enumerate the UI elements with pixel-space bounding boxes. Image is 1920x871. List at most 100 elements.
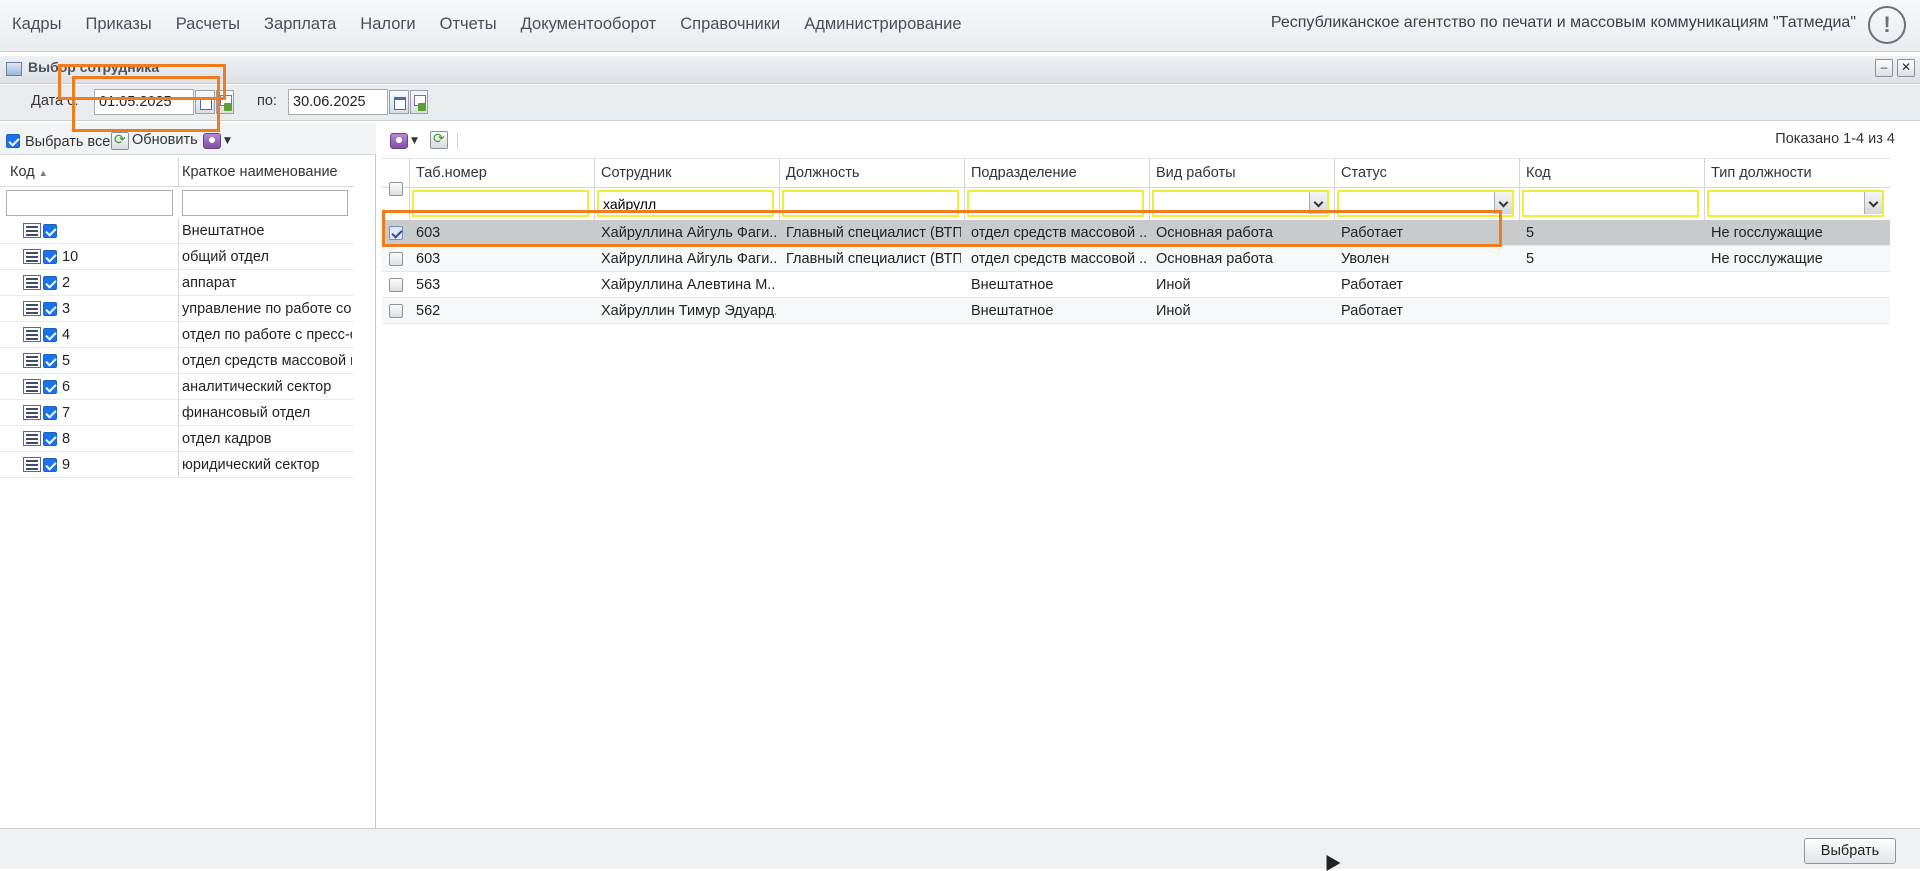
select-button[interactable]: Выбрать — [1804, 838, 1896, 864]
grid-refresh-icon: ⟳ — [433, 131, 445, 147]
column-header-position[interactable]: Должность — [786, 165, 859, 181]
tree-node-icon[interactable] — [23, 379, 41, 394]
column-separator[interactable] — [178, 157, 179, 187]
cell-employee: Хайруллина Алевтина М... — [601, 277, 776, 293]
column-separator — [178, 296, 179, 322]
cell-status: Работает — [1341, 277, 1404, 293]
menu-item-dokumentooborot[interactable]: Документооборот — [509, 15, 669, 34]
grid-settings-dropdown-caret-icon[interactable]: ▼ — [411, 136, 418, 146]
tree-node-icon[interactable] — [23, 353, 41, 368]
filter-code[interactable] — [1522, 190, 1699, 217]
tree-node-icon[interactable] — [23, 327, 41, 342]
tree-node-icon[interactable] — [23, 275, 41, 290]
settings-gear-icon[interactable] — [203, 133, 221, 149]
employees-toolbar — [382, 127, 1920, 157]
department-name: отдел по работе с пресс-сл — [182, 327, 352, 343]
toolbar-separator — [457, 133, 458, 149]
column-header-work-type[interactable]: Вид работы — [1156, 165, 1236, 181]
department-checkbox[interactable] — [43, 354, 57, 368]
department-checkbox[interactable] — [43, 276, 57, 290]
settings-dropdown-caret-icon[interactable]: ▼ — [224, 136, 231, 146]
tree-node-icon[interactable] — [23, 301, 41, 316]
tree-node-icon[interactable] — [23, 457, 41, 472]
row-checkbox[interactable] — [389, 304, 403, 318]
grid-select-all-checkbox[interactable] — [389, 182, 403, 196]
grid-settings-gear-icon[interactable] — [390, 133, 408, 149]
date-to-clear-button[interactable] — [410, 90, 428, 114]
menu-item-prikazy[interactable]: Приказы — [73, 15, 163, 34]
row-checkbox[interactable] — [389, 252, 403, 266]
department-code: 5 — [62, 353, 71, 369]
department-name: аналитический сектор — [182, 379, 332, 395]
main-menu: Кадры Приказы Расчеты Зарплата Налоги От… — [0, 0, 974, 48]
department-checkbox[interactable] — [43, 380, 57, 394]
column-header-employee[interactable]: Сотрудник — [601, 165, 671, 181]
menu-item-kadry[interactable]: Кадры — [0, 15, 73, 34]
department-checkbox[interactable] — [43, 224, 57, 238]
menu-item-zarplata[interactable]: Зарплата — [252, 15, 348, 34]
department-checkbox[interactable] — [43, 250, 57, 264]
column-separator — [178, 218, 179, 244]
column-separator — [178, 322, 179, 348]
filter-position-type[interactable] — [1707, 190, 1884, 217]
cell-employee: Хайруллин Тимур Эдуард... — [601, 303, 776, 319]
grid-refresh-button[interactable]: ⟳ — [430, 131, 448, 149]
column-header-short-name[interactable]: Краткое наименование — [182, 164, 338, 180]
department-code: 2 — [62, 275, 71, 291]
column-header-position-type[interactable]: Тип должности — [1711, 165, 1812, 181]
tree-node-icon[interactable] — [23, 223, 41, 238]
department-checkbox[interactable] — [43, 458, 57, 472]
organization-name: Республиканское агентство по печати и ма… — [1270, 14, 1856, 31]
row-checkbox[interactable] — [389, 278, 403, 292]
department-checkbox[interactable] — [43, 302, 57, 316]
refresh-button[interactable]: ⟳ — [111, 132, 129, 150]
tree-node-icon[interactable] — [23, 405, 41, 420]
date-to-calendar-button[interactable] — [389, 90, 409, 114]
minimize-button[interactable]: – — [1875, 59, 1893, 77]
cell-department: Внештатное — [971, 277, 1054, 293]
department-code: 3 — [62, 301, 71, 317]
department-code: 10 — [62, 249, 79, 265]
column-header-tab-number[interactable]: Таб.номер — [416, 165, 487, 181]
code-filter-input[interactable] — [6, 190, 173, 216]
department-name: общий отдел — [182, 249, 269, 265]
department-checkbox[interactable] — [43, 432, 57, 446]
department-name: аппарат — [182, 275, 237, 291]
column-separator — [178, 374, 179, 400]
date-to-input[interactable] — [288, 89, 388, 115]
cell-department: отдел средств массовой ... — [971, 251, 1146, 267]
tree-node-icon[interactable] — [23, 249, 41, 264]
tree-node-icon[interactable] — [23, 431, 41, 446]
menu-item-otchety[interactable]: Отчеты — [428, 15, 509, 34]
column-header-code-label: Код — [10, 164, 35, 180]
department-checkbox[interactable] — [43, 328, 57, 342]
cell-tab-number: 563 — [416, 277, 441, 293]
menu-item-nalogi[interactable]: Налоги — [348, 15, 427, 34]
column-header-code[interactable]: Код ▲ — [10, 164, 48, 180]
department-code: 6 — [62, 379, 71, 395]
highlight-selected-row — [382, 210, 1502, 247]
refresh-label[interactable]: Обновить — [132, 132, 198, 148]
menu-item-administrirovanie[interactable]: Администрирование — [792, 15, 973, 34]
close-button[interactable]: ✕ — [1897, 59, 1915, 77]
department-checkbox[interactable] — [43, 406, 57, 420]
column-header-code[interactable]: Код — [1526, 165, 1551, 181]
sort-ascending-icon: ▲ — [38, 168, 48, 178]
select-all-label: Выбрать все — [25, 134, 111, 150]
column-separator — [178, 348, 179, 374]
column-separator — [178, 452, 179, 478]
menu-item-spravochniki[interactable]: Справочники — [668, 15, 792, 34]
cell-work-type: Иной — [1156, 277, 1191, 293]
column-header-status[interactable]: Статус — [1341, 165, 1387, 181]
alert-icon[interactable]: ! — [1868, 6, 1906, 44]
select-all-checkbox[interactable] — [6, 134, 20, 148]
menu-item-raschety[interactable]: Расчеты — [164, 15, 252, 34]
combo-dropdown-chevron-icon[interactable] — [1864, 192, 1882, 214]
column-header-department[interactable]: Подразделение — [971, 165, 1077, 181]
cell-position: Главный специалист (ВТП) — [786, 251, 961, 267]
column-separator — [178, 400, 179, 426]
name-filter-input[interactable] — [182, 190, 348, 216]
department-name: отдел средств массовой ин — [182, 353, 352, 369]
refresh-icon: ⟳ — [114, 132, 126, 148]
department-name: отдел кадров — [182, 431, 272, 447]
